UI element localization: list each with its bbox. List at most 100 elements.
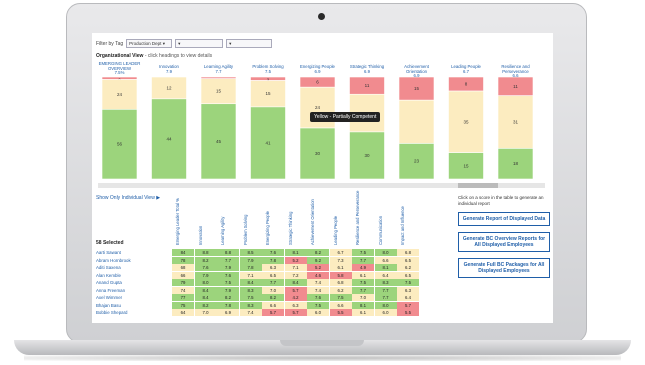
score-cell[interactable]: 8.3 xyxy=(374,279,397,287)
score-cell[interactable]: 7.1 xyxy=(239,271,262,279)
score-cell[interactable]: 8.2 xyxy=(307,249,329,257)
score-cell[interactable]: 8.8 xyxy=(194,249,217,257)
score-cell[interactable]: 74 xyxy=(172,286,194,294)
table-column-header[interactable]: Communication xyxy=(375,195,397,247)
score-cell[interactable]: 8.2 xyxy=(217,294,239,302)
score-cell[interactable]: 8.3 xyxy=(239,286,262,294)
score-cell[interactable]: 7.3 xyxy=(329,256,352,264)
column-heading[interactable]: Energizing People 6.9 xyxy=(296,64,339,74)
table-column-header[interactable]: Energizing People xyxy=(262,195,284,247)
score-cell[interactable]: 8.4 xyxy=(239,279,262,287)
score-cell[interactable]: 8.4 xyxy=(194,294,217,302)
score-cell[interactable]: 7.5 xyxy=(307,301,329,309)
score-cell[interactable]: 6.7 xyxy=(329,249,352,257)
score-cell[interactable]: 8.8 xyxy=(217,249,239,257)
score-cell[interactable]: 66 xyxy=(172,271,194,279)
score-cell[interactable]: 5.5 xyxy=(329,309,352,317)
table-column-header[interactable]: Impact and Influence xyxy=(397,195,419,247)
bar-segment-yellow[interactable] xyxy=(398,99,435,144)
score-cell[interactable]: 6.3 xyxy=(397,286,419,294)
score-cell[interactable]: 9.2 xyxy=(307,256,329,264)
score-cell[interactable]: 6.3 xyxy=(284,301,307,309)
score-cell[interactable]: 6.1 xyxy=(352,271,374,279)
score-cell[interactable]: 6.5 xyxy=(397,256,419,264)
score-cell[interactable]: 7.5 xyxy=(352,249,374,257)
score-cell[interactable]: 6.3 xyxy=(262,264,284,272)
score-cell[interactable]: 6.4 xyxy=(397,294,419,302)
table-column-header[interactable]: Achievement Orientation xyxy=(307,195,329,247)
score-cell[interactable]: 7.7 xyxy=(352,256,374,264)
score-cell[interactable]: 7.0 xyxy=(262,286,284,294)
score-cell[interactable]: 7.9 xyxy=(194,271,217,279)
table-column-header[interactable]: Innovation xyxy=(195,195,217,247)
score-cell[interactable]: 8.2 xyxy=(194,301,217,309)
employee-name[interactable]: Bobbie Shepard xyxy=(96,309,131,317)
score-cell[interactable]: 7.2 xyxy=(284,271,307,279)
score-cell[interactable]: 7.7 xyxy=(374,286,397,294)
column-heading[interactable]: Strategic Thinking 6.9 xyxy=(346,64,389,74)
score-cell[interactable]: 8.3 xyxy=(239,301,262,309)
score-cell[interactable]: 7.6 xyxy=(307,294,329,302)
generate-full-packages-button[interactable]: Generate Full BC Packages for All Displa… xyxy=(458,258,550,278)
score-cell[interactable]: 7.5 xyxy=(352,279,374,287)
score-cell[interactable]: 7.8 xyxy=(239,264,262,272)
score-cell[interactable]: 4.6 xyxy=(307,271,329,279)
employee-name[interactable]: Alan Kemble xyxy=(96,272,131,280)
score-cell[interactable]: 68 xyxy=(172,264,194,272)
score-cell[interactable]: 8.5 xyxy=(239,249,262,257)
score-cell[interactable]: 7.6 xyxy=(217,271,239,279)
column-heading[interactable]: Problem Solving 7.5 xyxy=(247,64,290,74)
score-cell[interactable]: 6.8 xyxy=(397,249,419,257)
score-cell[interactable]: 7.4 xyxy=(239,309,262,317)
score-cell[interactable]: 5.7 xyxy=(284,309,307,317)
employee-name[interactable]: Aditi Saxena xyxy=(96,264,131,272)
score-cell[interactable]: 75 xyxy=(172,301,194,309)
score-cell[interactable]: 8.0 xyxy=(374,249,397,257)
score-cell[interactable]: 79 xyxy=(172,279,194,287)
score-cell[interactable]: 7.8 xyxy=(217,301,239,309)
score-cell[interactable]: 8.0 xyxy=(194,279,217,287)
table-column-header[interactable]: Learning Agility xyxy=(217,195,239,247)
score-cell[interactable]: 6.6 xyxy=(329,301,352,309)
score-cell[interactable]: 7.6 xyxy=(262,249,284,257)
column-heading[interactable]: EMERGING LEADER OVERVIEW 7.5% xyxy=(98,61,141,76)
score-cell[interactable]: 7.9 xyxy=(217,264,239,272)
score-cell[interactable]: 6.6 xyxy=(262,301,284,309)
score-cell[interactable]: 7.0 xyxy=(352,294,374,302)
score-cell[interactable]: 6.2 xyxy=(329,286,352,294)
table-column-header[interactable]: Resilience and Perseverance xyxy=(352,191,374,247)
score-cell[interactable]: 7.7 xyxy=(352,286,374,294)
score-cell[interactable]: 6.0 xyxy=(307,309,329,317)
employee-name[interactable]: Anna Freeman xyxy=(96,287,131,295)
score-cell[interactable]: 6.9 xyxy=(217,309,239,317)
employee-name[interactable]: Axel Wimmer xyxy=(96,294,131,302)
generate-report-button[interactable]: Generate Report of Displayed Data xyxy=(458,212,550,226)
score-cell[interactable]: 5.2 xyxy=(284,256,307,264)
score-cell[interactable]: 78 xyxy=(172,256,194,264)
score-cell[interactable]: 6.1 xyxy=(352,309,374,317)
show-individual-link[interactable]: Show Only Individual View ▶ xyxy=(96,195,160,201)
score-cell[interactable]: 6.8 xyxy=(329,279,352,287)
employee-name[interactable]: Abram Hornbrook xyxy=(96,257,131,265)
score-cell[interactable]: 7.9 xyxy=(239,256,262,264)
score-cell[interactable]: 8.2 xyxy=(194,256,217,264)
score-cell[interactable]: 7.7 xyxy=(217,256,239,264)
table-column-header[interactable]: Strategic Thinking xyxy=(285,195,307,247)
score-cell[interactable]: 5.7 xyxy=(262,309,284,317)
score-cell[interactable]: 7.0 xyxy=(194,309,217,317)
score-cell[interactable]: 7.4 xyxy=(307,279,329,287)
score-cell[interactable]: 6.6 xyxy=(374,256,397,264)
column-heading[interactable]: Innovation 7.9 xyxy=(148,64,191,74)
score-cell[interactable]: 4.2 xyxy=(284,294,307,302)
score-cell[interactable]: 5.7 xyxy=(397,301,419,309)
table-column-header[interactable]: Problem Solving xyxy=(240,195,262,247)
table-column-header[interactable]: Leading People xyxy=(330,195,352,247)
employee-name[interactable]: Anand Gupta xyxy=(96,279,131,287)
score-cell[interactable]: 7.1 xyxy=(284,264,307,272)
scrollbar-thumb[interactable] xyxy=(458,183,498,188)
score-cell[interactable]: 6.2 xyxy=(397,264,419,272)
score-cell[interactable]: 8.4 xyxy=(284,279,307,287)
generate-overview-reports-button[interactable]: Generate BC Overview Reports for All Dis… xyxy=(458,232,550,252)
score-cell[interactable]: 6.0 xyxy=(374,309,397,317)
score-cell[interactable]: 8.4 xyxy=(194,286,217,294)
